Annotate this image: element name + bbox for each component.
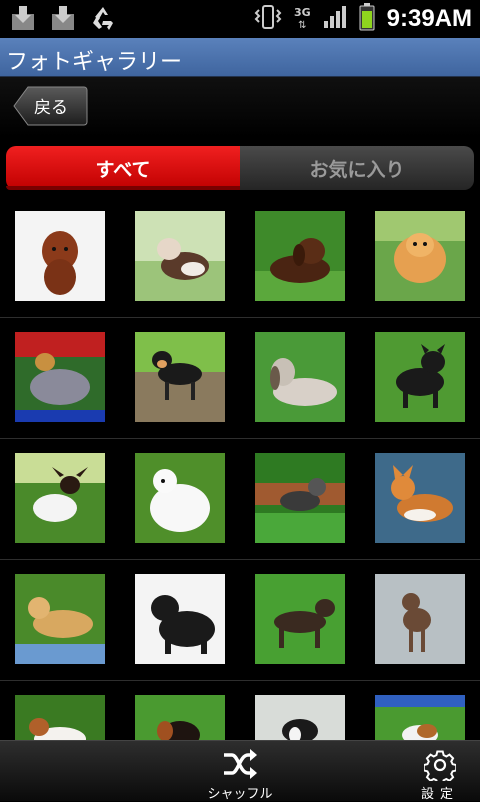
photo-thumbnail[interactable] (255, 211, 345, 301)
photo-thumbnail[interactable] (255, 574, 345, 664)
photo-thumbnail[interactable] (135, 695, 225, 740)
tab-all[interactable]: すべて (6, 146, 240, 190)
app-title: フォトギャラリー (6, 50, 183, 75)
photo-thumbnail[interactable] (135, 574, 225, 664)
photo-thumbnail[interactable] (135, 211, 225, 301)
header: 戻る (0, 77, 480, 137)
shuffle-label: シャッフル (207, 787, 273, 802)
photo-thumbnail[interactable] (255, 695, 345, 740)
tab-favorites-label: お気に入り (309, 158, 405, 181)
photo-thumbnail[interactable] (375, 332, 465, 422)
settings-label: 設定 (420, 787, 459, 802)
photo-thumbnail[interactable] (255, 453, 345, 543)
tab-favorites[interactable]: お気に入り (240, 146, 474, 190)
title-bar: フォトギャラリー (0, 38, 480, 77)
bottom-toolbar: シャッフル 設定 (0, 740, 480, 802)
grid-row (0, 680, 480, 740)
photo-thumbnail[interactable] (375, 574, 465, 664)
tab-all-label: すべて (95, 158, 151, 181)
grid-row (0, 438, 480, 560)
battery-icon (359, 3, 375, 35)
tab-bar: すべて お気に入り (6, 146, 474, 190)
vibrate-icon (254, 4, 282, 34)
photo-thumbnail[interactable] (375, 453, 465, 543)
settings-button[interactable]: 設定 (408, 745, 472, 802)
grid-row (0, 559, 480, 681)
shuffle-button[interactable]: シャッフル (204, 745, 276, 802)
back-button[interactable]: 戻る (12, 85, 88, 126)
photo-thumbnail[interactable] (15, 211, 105, 301)
photo-thumbnail[interactable] (375, 695, 465, 740)
shuffle-icon (224, 749, 257, 779)
photo-thumbnail[interactable] (15, 453, 105, 543)
photo-thumbnail[interactable] (375, 211, 465, 301)
photo-thumbnail[interactable] (15, 574, 105, 664)
photo-thumbnail[interactable] (15, 695, 105, 740)
gear-icon (424, 750, 456, 781)
grid-row (0, 317, 480, 439)
status-bar: 3G ⇅ 9:39AM (0, 0, 480, 38)
grid-row (0, 196, 480, 318)
photo-grid (0, 196, 480, 740)
recycle-icon (90, 5, 116, 31)
download-icon (50, 5, 76, 31)
download-icon (10, 5, 36, 31)
3g-data-icon: 3G ⇅ (293, 5, 311, 31)
photo-thumbnail[interactable] (255, 332, 345, 422)
signal-icon (323, 5, 347, 33)
back-button-label: 戻る (34, 98, 68, 118)
clock: 9:39AM (386, 5, 472, 32)
photo-thumbnail[interactable] (135, 453, 225, 543)
photo-thumbnail[interactable] (15, 332, 105, 422)
photo-thumbnail[interactable] (135, 332, 225, 422)
network-type-label: 3G (293, 5, 311, 19)
